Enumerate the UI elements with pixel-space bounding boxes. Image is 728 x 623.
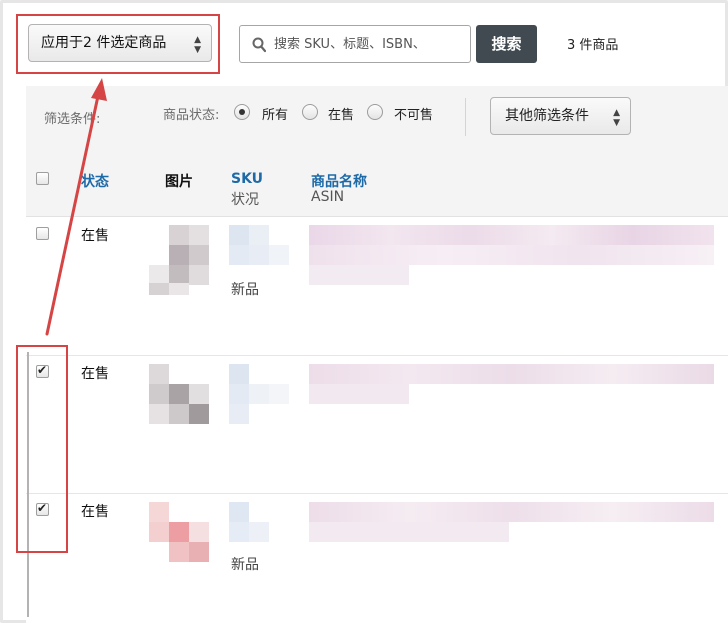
- annotation-arrow-icon: [45, 78, 107, 336]
